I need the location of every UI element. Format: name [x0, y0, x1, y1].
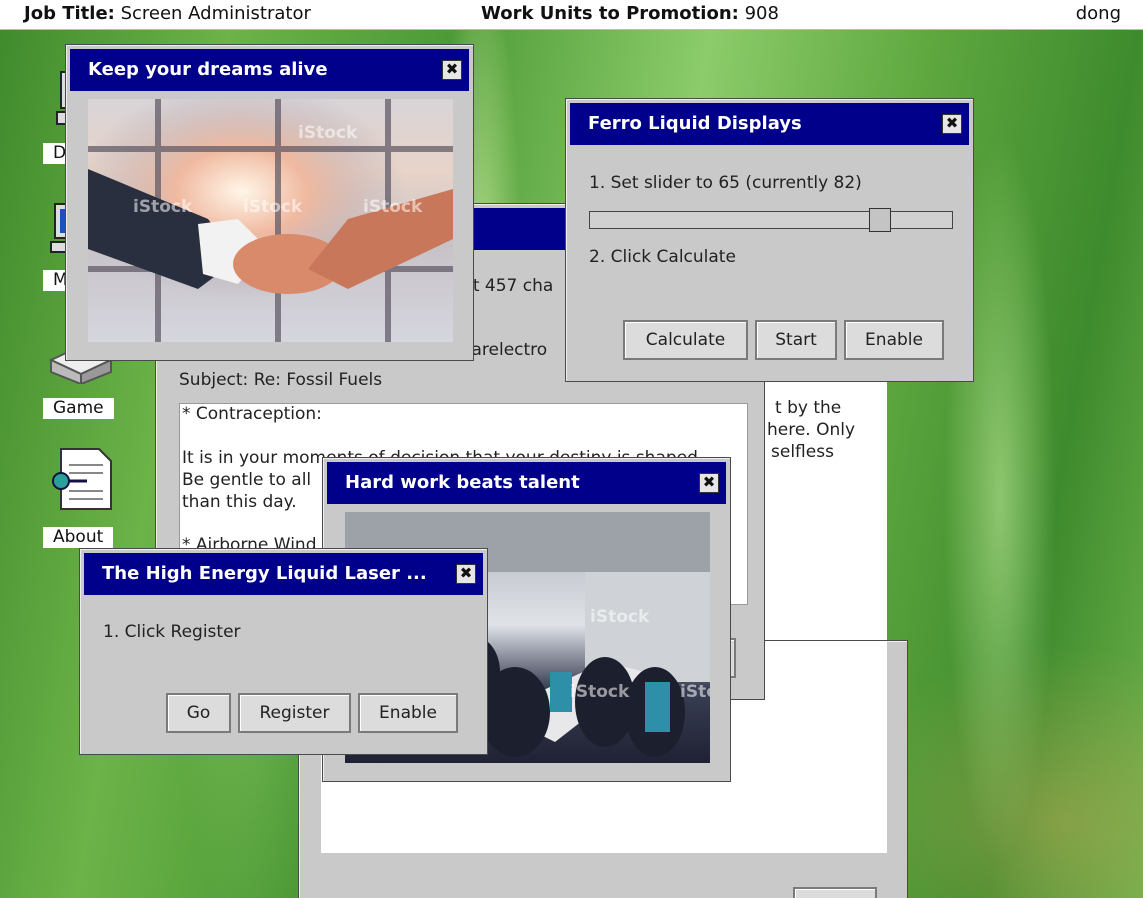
handshake-image: iStock iStock iStock iStock: [88, 99, 453, 342]
ferro-close-button[interactable]: ✖: [942, 114, 962, 134]
go-button[interactable]: Go: [166, 693, 231, 733]
watermark: iStock: [570, 682, 630, 702]
promotion-label: Work Units to Promotion:: [481, 3, 739, 24]
watermark: iStock: [243, 197, 303, 217]
dreams-window-title: Keep your dreams alive: [88, 59, 328, 80]
email-subject: Subject: Re: Fossil Fuels: [179, 370, 382, 390]
job-title: Job Title: Screen Administrator: [24, 0, 311, 28]
laser-window: The High Energy Liquid Laser ... ✖ 1. Cl…: [79, 548, 488, 755]
start-button[interactable]: Start: [755, 320, 837, 360]
laser-close-button[interactable]: ✖: [456, 564, 476, 584]
job-title-label: Job Title:: [24, 3, 115, 24]
calculate-button[interactable]: Calculate: [623, 320, 748, 360]
email-right-panel: t by the here. Only selfless: [765, 380, 887, 640]
desktop-icon-about[interactable]: About: [43, 445, 153, 548]
ferro-window-title: Ferro Liquid Displays: [588, 113, 802, 134]
document-pin-icon: [52, 448, 112, 510]
laser-enable-button[interactable]: Enable: [358, 693, 458, 733]
laser-window-title: The High Energy Liquid Laser ...: [102, 563, 427, 584]
ferro-window-titlebar[interactable]: Ferro Liquid Displays: [570, 103, 969, 145]
email-right-line: here. Only: [767, 420, 856, 440]
laser-step1: 1. Click Register: [103, 622, 241, 642]
email-right-line: t by the: [775, 398, 842, 418]
laser-window-titlebar[interactable]: The High Energy Liquid Laser ...: [84, 553, 483, 595]
email-body-line: than this day.: [182, 492, 297, 512]
watermark: iStock: [363, 197, 423, 217]
email-char-count: st 457 cha: [464, 276, 554, 296]
register-button[interactable]: Register: [238, 693, 351, 733]
ferro-step1: 1. Set slider to 65 (currently 82): [589, 173, 862, 193]
email-body-line: * Contraception:: [182, 404, 322, 424]
email-subject-label: Subject:: [179, 370, 249, 390]
watermark: iStock: [298, 123, 358, 143]
handshake-illustration: [88, 99, 453, 342]
dreams-close-button[interactable]: ✖: [442, 60, 462, 80]
username: dong: [1075, 3, 1121, 24]
talent-window-title: Hard work beats talent: [345, 472, 580, 493]
watermark: iStock: [680, 682, 710, 702]
background-window-button[interactable]: [793, 887, 877, 898]
watermark: iStock: [590, 607, 650, 627]
desktop-icon-game-label: Game: [43, 398, 114, 419]
talent-window-titlebar[interactable]: Hard work beats talent: [327, 462, 726, 504]
ferro-window: Ferro Liquid Displays ✖ 1. Set slider to…: [565, 98, 974, 382]
top-status-bar: Job Title: Screen Administrator Work Uni…: [0, 0, 1143, 30]
desktop-icon-about-label: About: [43, 527, 114, 548]
email-body-line: Be gentle to all: [182, 470, 312, 490]
watermark: iStock: [133, 197, 193, 217]
talent-close-button[interactable]: ✖: [699, 473, 719, 493]
ferro-step2: 2. Click Calculate: [589, 247, 736, 267]
dreams-window: Keep your dreams alive ✖ iStock iStock i…: [65, 44, 474, 361]
ferro-slider-track[interactable]: [589, 208, 953, 232]
promotion-value: 908: [744, 3, 779, 24]
job-title-value: Screen Administrator: [120, 3, 311, 24]
ferro-slider-thumb[interactable]: [869, 208, 891, 232]
email-subject-value: Re: Fossil Fuels: [253, 370, 383, 390]
email-right-line: selfless: [771, 442, 834, 462]
dreams-window-titlebar[interactable]: Keep your dreams alive: [70, 49, 469, 91]
ferro-enable-button[interactable]: Enable: [844, 320, 944, 360]
promotion-counter: Work Units to Promotion: 908: [481, 0, 779, 28]
